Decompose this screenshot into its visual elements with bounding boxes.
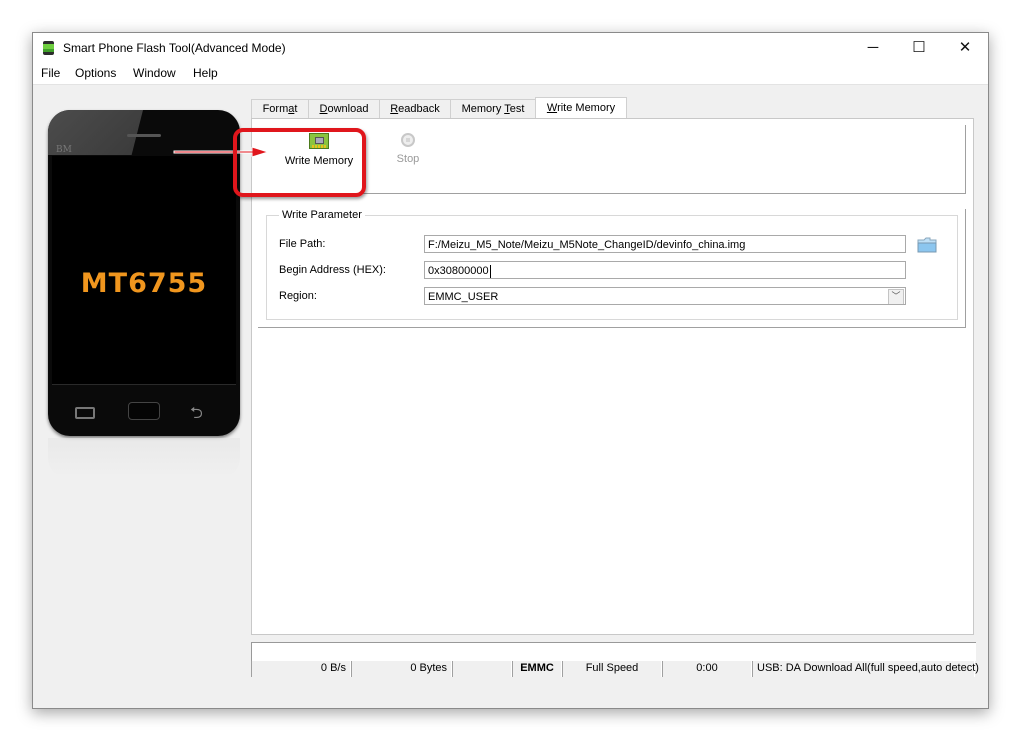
menu-help[interactable]: Help [193, 66, 218, 80]
menu-window[interactable]: Window [133, 66, 176, 80]
status-usb-speed: Full Speed [562, 661, 662, 677]
region-select[interactable]: EMMC_USER ﹀ [424, 287, 906, 305]
region-label: Region: [279, 290, 317, 302]
phone-image: BM MT6755 ⮌ [48, 110, 240, 436]
tab-download[interactable]: Download [308, 99, 380, 119]
maximize-button[interactable]: ☐ [896, 33, 942, 63]
begin-address-value: 0x30800000 [428, 265, 489, 277]
file-path-label: File Path: [279, 238, 326, 250]
window-title: Smart Phone Flash Tool(Advanced Mode) [63, 41, 286, 55]
file-path-input[interactable]: F:/Meizu_M5_Note/Meizu_M5Note_ChangeID/d… [424, 235, 906, 253]
status-bar: 0 B/s 0 Bytes EMMC Full Speed 0:00 USB: … [251, 661, 979, 677]
menu-key-icon [75, 407, 95, 419]
stop-button[interactable]: Stop [388, 133, 428, 165]
app-window: Smart Phone Flash Tool(Advanced Mode) ─ … [32, 32, 989, 709]
phone-brand: BM [56, 145, 72, 155]
minimize-button[interactable]: ─ [850, 33, 896, 63]
tab-memory-test[interactable]: Memory Test [450, 99, 536, 119]
begin-address-input[interactable]: 0x30800000 [424, 261, 906, 279]
text-caret [489, 264, 491, 278]
status-storage: EMMC [512, 661, 562, 677]
app-icon [43, 41, 54, 55]
stop-icon [401, 133, 415, 147]
write-parameter-group: Write Parameter File Path: F:/Meizu_M5_N… [258, 209, 966, 328]
annotation-highlight-box [233, 128, 366, 197]
close-button[interactable]: ✕ [942, 33, 988, 63]
phone-screen: MT6755 [52, 156, 236, 385]
status-empty [452, 661, 512, 677]
status-connection: USB: DA Download All(full speed,auto det… [752, 661, 979, 677]
status-bytes: 0 Bytes [351, 661, 452, 677]
tab-write-memory[interactable]: Write Memory [535, 97, 627, 120]
tab-label: Write Memory [546, 102, 616, 114]
write-parameter-fieldset: Write Parameter File Path: F:/Meizu_M5_N… [266, 209, 958, 320]
menu-options[interactable]: Options [75, 66, 116, 80]
title-bar[interactable]: Smart Phone Flash Tool(Advanced Mode) ─ … [33, 33, 988, 63]
phone-reflection [48, 438, 240, 478]
status-time: 0:00 [662, 661, 752, 677]
folder-icon[interactable] [917, 237, 937, 253]
stop-label: Stop [396, 153, 420, 165]
tab-label: Format [262, 103, 298, 115]
write-parameter-legend: Write Parameter [279, 209, 365, 221]
back-key-icon: ⮌ [190, 405, 203, 422]
tab-label: Readback [390, 103, 440, 115]
begin-address-label: Begin Address (HEX): [279, 264, 386, 276]
home-key-icon [128, 402, 160, 420]
tab-label: Memory Test [461, 103, 525, 115]
region-value: EMMC_USER [428, 291, 499, 303]
menu-bar: File Options Window Help [33, 63, 988, 85]
chevron-down-icon[interactable]: ﹀ [888, 289, 904, 304]
status-speed: 0 B/s [251, 661, 351, 677]
phone-speaker [127, 134, 161, 137]
device-panel: BM MT6755 ⮌ [34, 85, 246, 705]
tab-readback[interactable]: Readback [379, 99, 451, 119]
tab-label: Download [319, 103, 369, 115]
menu-file[interactable]: File [41, 66, 60, 80]
tab-format[interactable]: Format [251, 99, 309, 119]
chip-label: MT6755 [80, 268, 208, 299]
progress-bar [251, 642, 976, 661]
